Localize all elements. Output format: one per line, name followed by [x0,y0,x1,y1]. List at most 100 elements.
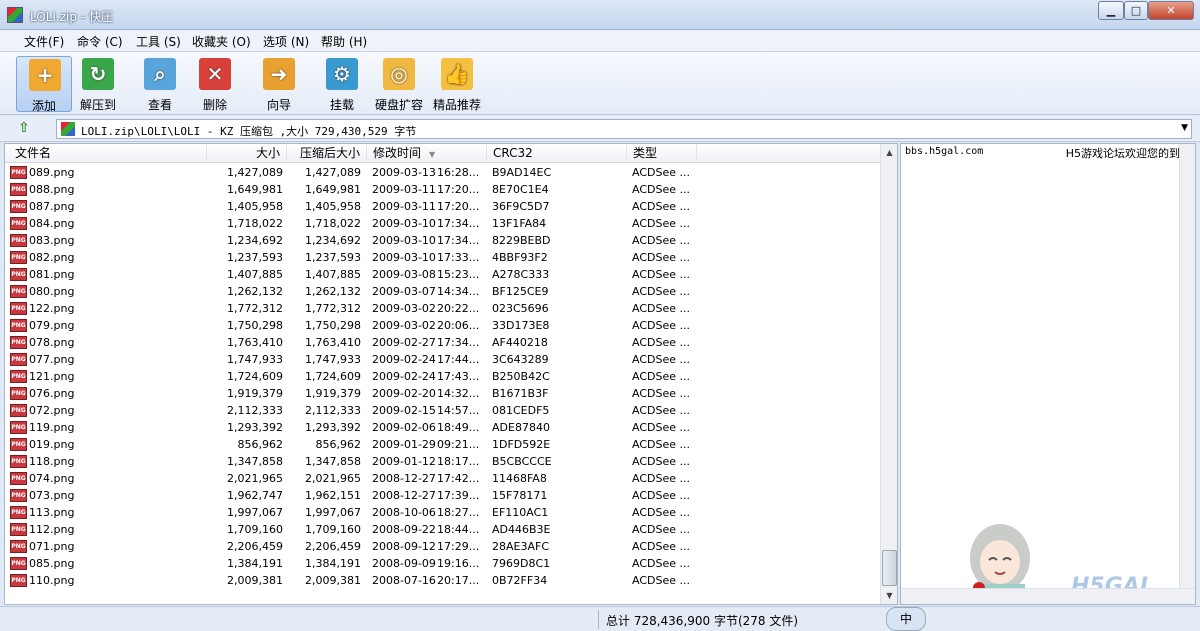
scroll-thumb[interactable] [882,550,897,586]
cell-crc: 8E70C1E4 [492,183,549,196]
cell-name: 071.png [29,540,75,553]
disk-expand-button[interactable]: ◎ 硬盘扩容 [371,56,427,112]
table-row[interactable]: PNG 073.png 1,962,747 1,962,151 2008-12-27 17… [5,487,881,504]
col-name[interactable]: 文件名 [5,144,207,163]
cell-crc: B5CBCCCE [492,455,552,468]
vertical-scrollbar[interactable]: ▲ ▼ [880,144,897,604]
delete-button[interactable]: ✕ 删除 [187,56,243,112]
table-row[interactable]: PNG 084.png 1,718,022 1,718,022 2009-03-10 17… [5,215,881,232]
table-row[interactable]: PNG 119.png 1,293,392 1,293,392 2009-02-06 18… [5,419,881,436]
col-crc32[interactable]: CRC32 [487,144,627,163]
maximize-button[interactable]: □ [1124,1,1148,20]
table-row[interactable]: PNG 110.png 2,009,381 2,009,381 2008-07-16 20… [5,572,881,589]
file-list[interactable]: 文件名 大小 压缩后大小 修改时间 ▼ CRC32 类型 PNG 089.png 1,… [4,143,898,605]
side-vertical-scrollbar[interactable] [1179,144,1195,590]
forum-url[interactable]: bbs.h5gal.com [905,146,983,157]
cell-time: 17:42... [437,472,480,485]
png-file-icon: PNG [10,489,27,502]
cell-time: 17:20... [437,200,480,213]
png-file-icon: PNG [10,251,27,264]
cell-type: ACDSee ... [632,455,690,468]
wizard-button[interactable]: ➜ 向导 [251,56,307,112]
recommend-button[interactable]: 👍 精品推荐 [429,56,485,112]
cell-packed: 1,747,933 [305,353,361,366]
cell-time: 09:21... [437,438,480,451]
table-row[interactable]: PNG 079.png 1,750,298 1,750,298 2009-03-02 20… [5,317,881,334]
table-row[interactable]: PNG 112.png 1,709,160 1,709,160 2008-09-22 18… [5,521,881,538]
extract-to-button[interactable]: ↻ 解压到 [70,56,126,112]
table-row[interactable]: PNG 089.png 1,427,089 1,427,089 2009-03-13 16… [5,164,881,181]
table-row[interactable]: PNG 074.png 2,021,965 2,021,965 2008-12-27 17… [5,470,881,487]
menu-command[interactable]: 命令 (C) [77,33,123,50]
cell-crc: 0B72FF34 [492,574,548,587]
table-row[interactable]: PNG 071.png 2,206,459 2,206,459 2008-09-12 17… [5,538,881,555]
table-row[interactable]: PNG 085.png 1,384,191 1,384,191 2008-09-09 19… [5,555,881,572]
table-row[interactable]: PNG 077.png 1,747,933 1,747,933 2009-02-24 17… [5,351,881,368]
png-file-icon: PNG [10,540,27,553]
col-type[interactable]: 类型 [627,144,697,163]
menu-help[interactable]: 帮助 (H) [321,33,367,50]
dropdown-arrow-icon[interactable]: ▼ [1181,123,1188,133]
cell-date: 2008-12-27 [372,489,436,502]
table-row[interactable]: PNG 122.png 1,772,312 1,772,312 2009-03-02 20… [5,300,881,317]
cell-crc: B1671B3F [492,387,549,400]
scroll-up-icon[interactable]: ▲ [882,145,897,160]
mount-icon: ⚙ [326,58,358,90]
cell-size: 1,405,958 [227,200,283,213]
cell-packed: 1,384,191 [305,557,361,570]
cell-crc: 8229BEBD [492,234,551,247]
table-row[interactable]: PNG 087.png 1,405,958 1,405,958 2009-03-11 17… [5,198,881,215]
cell-size: 2,206,459 [227,540,283,553]
recommend-icon: 👍 [441,58,473,90]
col-size[interactable]: 大小 [207,144,287,163]
cell-type: ACDSee ... [632,472,690,485]
table-row[interactable]: PNG 082.png 1,237,593 1,237,593 2009-03-10 17… [5,249,881,266]
cell-size: 1,407,885 [227,268,283,281]
scroll-down-icon[interactable]: ▼ [882,588,897,603]
close-button[interactable]: ✕ [1148,1,1194,20]
table-row[interactable]: PNG 113.png 1,997,067 1,997,067 2008-10-06 18… [5,504,881,521]
disk-expand-icon: ◎ [383,58,415,90]
cell-type: ACDSee ... [632,183,690,196]
cell-time: 14:57... [437,404,480,417]
menu-tools[interactable]: 工具 (S) [136,33,181,50]
menu-favorites[interactable]: 收藏夹 (O) [192,33,251,50]
up-folder-icon[interactable]: ⇧ [14,120,34,138]
cell-name: 074.png [29,472,75,485]
ad-panel[interactable]: bbs.h5gal.com H5游戏论坛欢迎您的到来 H5GAL [900,143,1196,605]
cell-type: ACDSee ... [632,200,690,213]
minimize-button[interactable]: ▁ [1098,1,1124,20]
cell-type: ACDSee ... [632,387,690,400]
side-horizontal-scrollbar[interactable] [901,588,1195,604]
cell-size: 856,962 [237,438,284,451]
path-combobox[interactable]: LOLI.zip\LOLI\LOLI - KZ 压缩包 ,大小 729,430,… [56,119,1192,139]
table-row[interactable]: PNG 121.png 1,724,609 1,724,609 2009-02-24 17… [5,368,881,385]
table-row[interactable]: PNG 076.png 1,919,379 1,919,379 2009-02-20 14… [5,385,881,402]
cell-size: 2,021,965 [227,472,283,485]
table-row[interactable]: PNG 083.png 1,234,692 1,234,692 2009-03-10 17… [5,232,881,249]
mount-button[interactable]: ⚙ 挂载 [314,56,370,112]
cell-name: 072.png [29,404,75,417]
cell-packed: 1,919,379 [305,387,361,400]
menu-file[interactable]: 文件(F) [24,33,64,50]
menu-options[interactable]: 选项 (N) [263,33,309,50]
table-row[interactable]: PNG 078.png 1,763,410 1,763,410 2009-02-27 17… [5,334,881,351]
cell-type: ACDSee ... [632,251,690,264]
cell-crc: B250B42C [492,370,550,383]
cell-time: 17:39... [437,489,480,502]
cell-crc: AD446B3E [492,523,551,536]
table-row[interactable]: PNG 088.png 1,649,981 1,649,981 2009-03-11 17… [5,181,881,198]
table-row[interactable]: PNG 019.png 856,962 856,962 2009-01-29 09:21.… [5,436,881,453]
cell-date: 2009-03-10 [372,234,436,247]
col-modified[interactable]: 修改时间 ▼ [367,144,487,163]
cell-date: 2009-03-13 [372,166,436,179]
table-row[interactable]: PNG 118.png 1,347,858 1,347,858 2009-01-12 18… [5,453,881,470]
table-row[interactable]: PNG 080.png 1,262,132 1,262,132 2009-03-07 14… [5,283,881,300]
table-row[interactable]: PNG 072.png 2,112,333 2,112,333 2009-02-15 14… [5,402,881,419]
title-bar[interactable]: LOLI.zip - 快压 ▁ □ ✕ [0,0,1200,30]
col-packed-size[interactable]: 压缩后大小 [287,144,367,163]
ime-indicator[interactable]: 中 [886,607,926,631]
wizard-icon: ➜ [263,58,295,90]
table-row[interactable]: PNG 081.png 1,407,885 1,407,885 2009-03-08 15… [5,266,881,283]
view-button[interactable]: ⌕ 查看 [132,56,188,112]
